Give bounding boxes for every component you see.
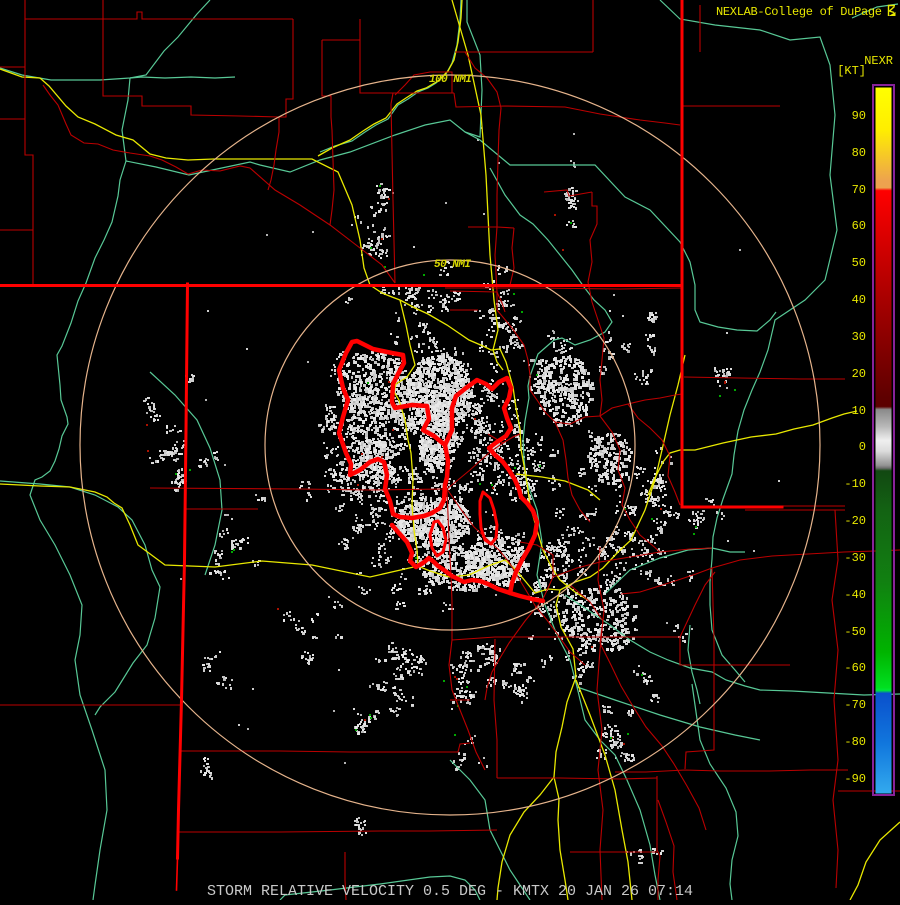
svg-text:-50: -50 bbox=[844, 625, 866, 639]
svg-text:NEXLAB-College of DuPage: NEXLAB-College of DuPage bbox=[716, 5, 882, 19]
svg-text:-90: -90 bbox=[844, 772, 866, 786]
svg-text:0: 0 bbox=[859, 440, 866, 454]
svg-text:100 NMI: 100 NMI bbox=[429, 74, 472, 86]
svg-text:-20: -20 bbox=[844, 514, 866, 528]
svg-text:50 NMI: 50 NMI bbox=[434, 259, 471, 271]
svg-text:[KT]: [KT] bbox=[837, 64, 866, 78]
svg-text:10: 10 bbox=[852, 404, 866, 418]
svg-text:80: 80 bbox=[852, 146, 866, 160]
svg-text:90: 90 bbox=[852, 109, 866, 123]
svg-text:-70: -70 bbox=[844, 698, 866, 712]
svg-text:30: 30 bbox=[852, 330, 866, 344]
svg-text:-30: -30 bbox=[844, 551, 866, 565]
svg-text:60: 60 bbox=[852, 219, 866, 233]
svg-text:40: 40 bbox=[852, 293, 866, 307]
svg-text:20: 20 bbox=[852, 367, 866, 381]
svg-text:NEXR: NEXR bbox=[864, 54, 893, 68]
svg-text:-40: -40 bbox=[844, 588, 866, 602]
svg-text:70: 70 bbox=[852, 183, 866, 197]
svg-text:-80: -80 bbox=[844, 735, 866, 749]
svg-text:STORM RELATIVE VELOCITY 0.5 DE: STORM RELATIVE VELOCITY 0.5 DEG - KMTX 2… bbox=[207, 883, 693, 900]
svg-text:50: 50 bbox=[852, 256, 866, 270]
svg-text:-10: -10 bbox=[844, 477, 866, 491]
svg-text:-60: -60 bbox=[844, 661, 866, 675]
